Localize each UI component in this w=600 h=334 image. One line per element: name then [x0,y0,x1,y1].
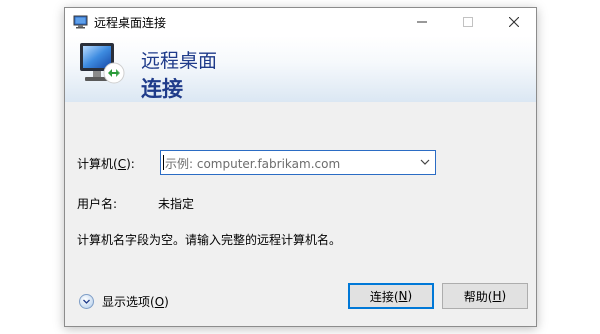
computer-placeholder: 示例: computer.fabrikam.com [165,157,341,171]
user-name-value: 未指定 [158,197,195,211]
remote-desktop-dialog: 远程桌面连接 远程桌面 连接 计算机(C): 示例: computer.fabr… [64,7,537,327]
remote-desktop-monitor-icon [76,39,132,95]
banner-title-line1: 远程桌面 [141,50,218,72]
text-caret [163,155,164,170]
user-name-label: 用户名: [77,197,118,211]
minimize-button[interactable] [399,8,445,36]
banner-title-line2: 连接 [141,77,183,101]
status-message: 计算机名字段为空。请输入完整的远程计算机名。 [77,233,342,247]
remote-desktop-app-icon [73,15,89,29]
show-options-label[interactable]: 显示选项(O) [102,293,169,310]
maximize-button[interactable] [445,8,491,36]
show-options-toggle[interactable]: 显示选项(O) [79,293,169,310]
computer-label: 计算机(C): [77,157,135,171]
connect-button[interactable]: 连接(N) [348,283,434,309]
close-button[interactable] [491,8,537,36]
help-button[interactable]: 帮助(H) [442,283,528,309]
computer-combobox[interactable]: 示例: computer.fabrikam.com [160,150,436,175]
title-bar: 远程桌面连接 [65,8,536,36]
header-banner: 远程桌面 连接 [65,36,536,102]
chevron-down-icon[interactable] [419,156,431,168]
close-icon [509,17,519,27]
expand-options-icon[interactable] [79,294,94,309]
window-title: 远程桌面连接 [94,16,167,30]
